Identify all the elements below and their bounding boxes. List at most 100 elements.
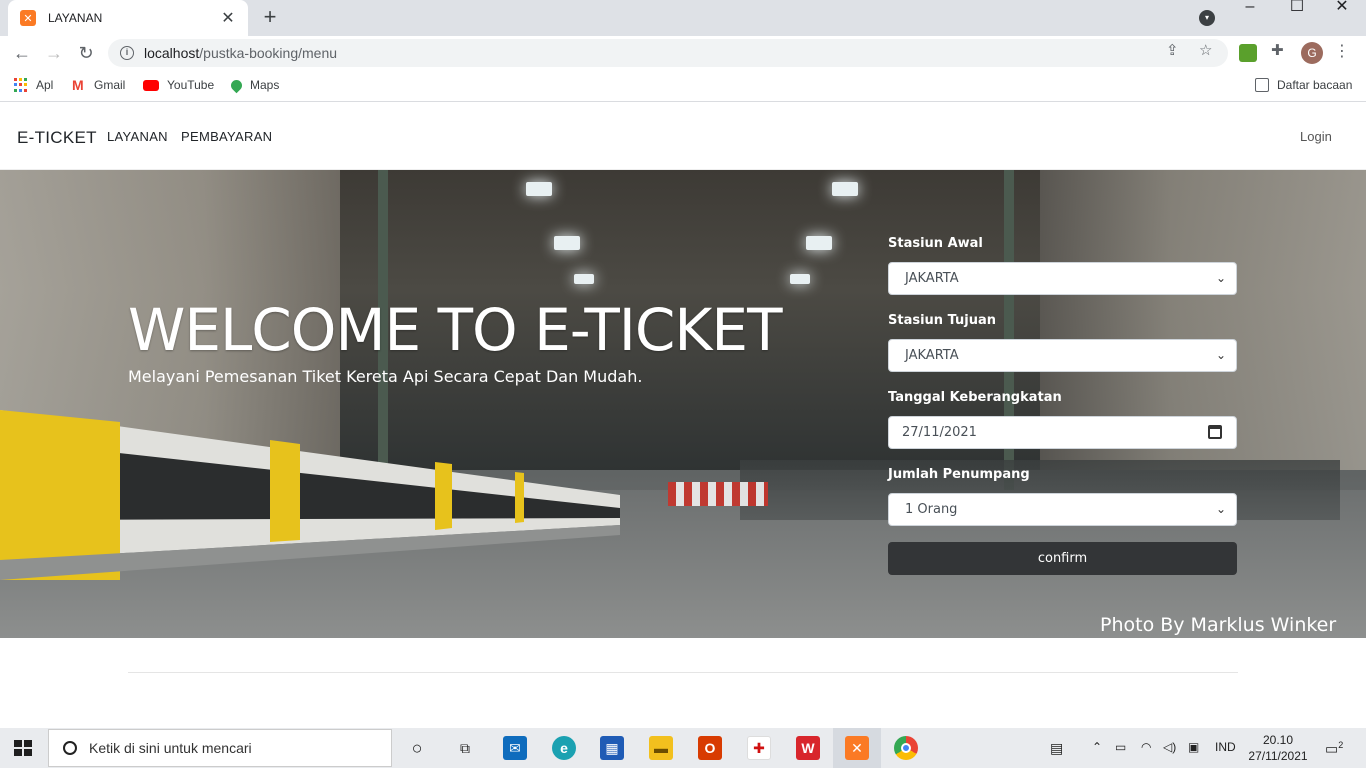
train-image: [0, 410, 620, 580]
chevron-down-icon: ⌄: [1215, 348, 1226, 362]
forward-icon[interactable]: →: [42, 41, 66, 65]
confirm-button[interactable]: confirm: [888, 542, 1237, 575]
xampp-icon: ✕: [20, 10, 36, 26]
mail-icon[interactable]: ✉: [503, 736, 527, 760]
task-view-icon[interactable]: ⧉: [453, 736, 477, 760]
chevron-up-icon[interactable]: ⌃: [1092, 740, 1102, 754]
search-icon: [63, 741, 77, 755]
wifi-icon[interactable]: ◠: [1141, 740, 1151, 754]
bookmark-star-icon[interactable]: ☆: [1199, 41, 1212, 59]
hero-section: WELCOME TO E-TICKET Melayani Pemesanan T…: [0, 170, 1366, 638]
construction-barrier: [668, 482, 768, 506]
close-window-button[interactable]: ✕: [1322, 0, 1362, 16]
site-info-icon[interactable]: i: [120, 46, 134, 60]
nav-pembayaran[interactable]: PEMBAYARAN: [181, 129, 272, 144]
passengers-value: 1 Orang: [905, 502, 958, 517]
clock-time: 20.10: [1262, 733, 1294, 747]
apps-grid-icon: [14, 78, 28, 92]
tab-search-icon[interactable]: ▾: [1199, 10, 1215, 26]
gift-icon[interactable]: ✚: [747, 736, 771, 760]
extension-icon[interactable]: [1239, 44, 1257, 62]
origin-value: JAKARTA: [905, 271, 959, 286]
chevron-down-icon: ⌄: [1215, 271, 1226, 285]
gmail-icon: M: [72, 77, 84, 93]
profile-avatar[interactable]: G: [1301, 42, 1323, 64]
bookmark-youtube[interactable]: YouTube: [143, 78, 214, 92]
close-tab-icon[interactable]: ✕: [220, 8, 236, 28]
date-label: Tanggal Keberangkatan: [888, 390, 1062, 405]
maximize-button[interactable]: ☐: [1277, 0, 1317, 16]
bookmarks-bar: Apl M Gmail YouTube Maps Daftar bacaan: [0, 70, 1366, 102]
divider: [128, 672, 1238, 673]
date-input[interactable]: 27/11/2021: [888, 416, 1237, 449]
edge-icon[interactable]: e: [552, 736, 576, 760]
ceiling-light: [554, 236, 580, 250]
windows-start-icon[interactable]: [14, 740, 32, 756]
reload-icon[interactable]: ↻: [74, 41, 98, 65]
maps-pin-icon: [228, 77, 245, 93]
search-placeholder: Ketik di sini untuk mencari: [89, 740, 252, 756]
windows-taskbar: Ketik di sini untuk mencari ○ ⧉ ✉ e ▦ ▬ …: [0, 728, 1366, 768]
language-indicator[interactable]: IND: [1215, 740, 1236, 754]
news-widget-icon[interactable]: ▤: [1050, 740, 1063, 757]
meet-now-icon[interactable]: ▣: [1188, 740, 1199, 754]
system-clock[interactable]: 20.10 27/11/2021: [1247, 732, 1309, 764]
chevron-down-icon: ⌄: [1215, 502, 1226, 516]
brand-logo[interactable]: E-TICKET: [17, 128, 97, 148]
notification-count: 2: [1338, 740, 1344, 750]
minimize-button[interactable]: –: [1230, 0, 1270, 16]
origin-label: Stasiun Awal: [888, 236, 983, 251]
hero-subtitle: Melayani Pemesanan Tiket Kereta Api Seca…: [128, 367, 643, 386]
photo-credit: Photo By Marklus Winker: [1100, 614, 1337, 636]
office-icon[interactable]: O: [698, 736, 722, 760]
browser-toolbar: ← → ↻ i localhost/pustka-booking/menu ⇪ …: [0, 36, 1366, 70]
xampp-icon[interactable]: ✕: [845, 736, 869, 760]
reading-list[interactable]: Daftar bacaan: [1255, 78, 1352, 92]
wps-icon[interactable]: W: [796, 736, 820, 760]
ceiling-light: [832, 182, 858, 196]
date-value: 27/11/2021: [902, 425, 977, 440]
bookmark-maps[interactable]: Maps: [228, 77, 279, 93]
login-link[interactable]: Login: [1300, 129, 1332, 144]
youtube-icon: [143, 79, 159, 91]
reading-list-icon: [1255, 78, 1269, 92]
ceiling-light: [806, 236, 832, 250]
browser-menu-icon[interactable]: ⋮: [1334, 41, 1350, 61]
destination-select[interactable]: JAKARTA ⌄: [888, 339, 1237, 372]
hero-title: WELCOME TO E-TICKET: [128, 296, 782, 364]
calendar-icon[interactable]: [1208, 425, 1222, 439]
bookmark-label: YouTube: [167, 78, 215, 92]
ceiling-light: [790, 274, 810, 284]
new-tab-button[interactable]: +: [258, 6, 282, 30]
tab-strip: ✕ LAYANAN ✕ + ▾ – ☐ ✕: [0, 0, 1366, 36]
notification-icon[interactable]: ▭2: [1325, 740, 1343, 758]
bookmark-label: Gmail: [94, 78, 126, 92]
reading-list-label: Daftar bacaan: [1277, 78, 1353, 92]
origin-select[interactable]: JAKARTA ⌄: [888, 262, 1237, 295]
volume-icon[interactable]: ◁): [1163, 740, 1176, 754]
file-explorer-icon[interactable]: ▬: [649, 736, 673, 760]
extensions-puzzle-icon[interactable]: ✚: [1271, 41, 1284, 59]
share-icon[interactable]: ⇪: [1166, 41, 1179, 59]
cortana-icon[interactable]: ○: [405, 736, 429, 760]
passengers-select[interactable]: 1 Orang ⌄: [888, 493, 1237, 526]
chrome-icon[interactable]: [894, 736, 918, 760]
store-icon[interactable]: ▦: [600, 736, 624, 760]
address-bar[interactable]: i localhost/pustka-booking/menu: [108, 39, 1228, 67]
back-icon[interactable]: ←: [10, 41, 34, 65]
nav-layanan[interactable]: LAYANAN: [107, 129, 168, 144]
bookmark-gmail[interactable]: M Gmail: [72, 78, 125, 92]
tab-layanan[interactable]: ✕ LAYANAN ✕: [8, 0, 248, 36]
clock-date: 27/11/2021: [1248, 749, 1308, 763]
passengers-label: Jumlah Penumpang: [888, 467, 1030, 482]
site-navbar: E-TICKET LAYANAN PEMBAYARAN Login: [0, 103, 1366, 170]
tab-title: LAYANAN: [48, 11, 103, 25]
bookmark-apps[interactable]: Apl: [14, 78, 53, 92]
bookmark-label: Apl: [36, 78, 54, 92]
url-text: localhost/pustka-booking/menu: [144, 45, 338, 61]
battery-icon[interactable]: ▭: [1115, 740, 1126, 754]
ceiling-light: [574, 274, 594, 284]
station-pillar: [1004, 170, 1014, 500]
taskbar-search-input[interactable]: Ketik di sini untuk mencari: [48, 729, 392, 767]
ceiling-light: [526, 182, 552, 196]
